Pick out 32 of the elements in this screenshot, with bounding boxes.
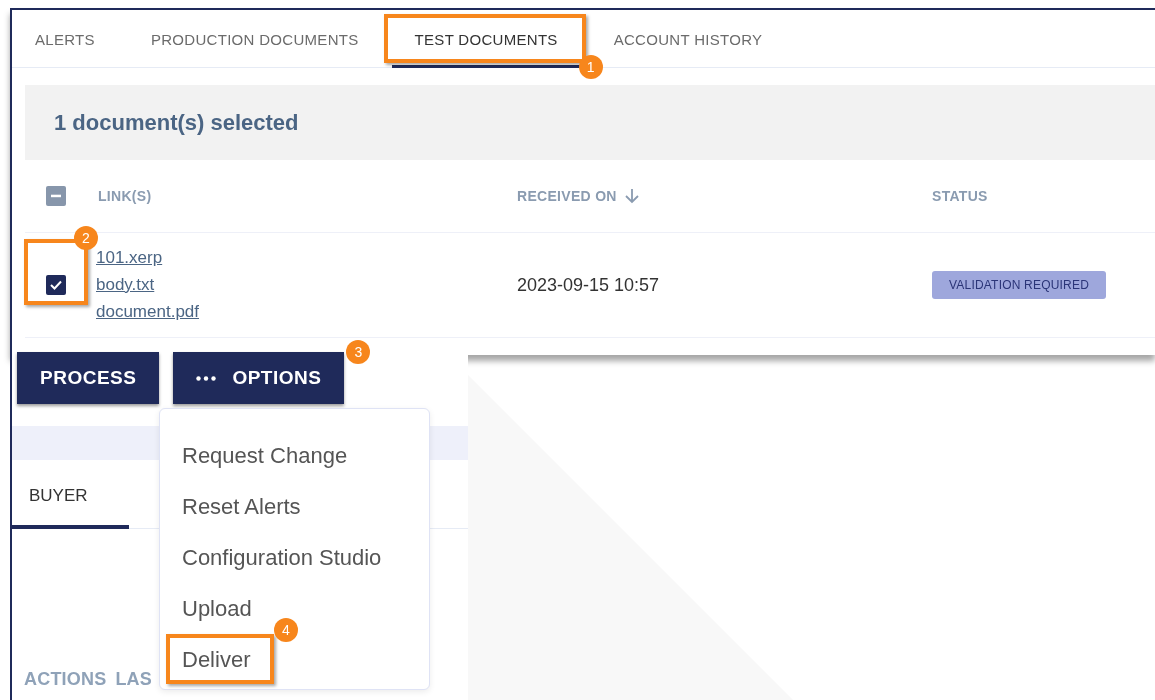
checkbox[interactable] [46,186,66,206]
column-header: LINK(S) [98,188,152,204]
minus-icon [51,194,61,198]
step-badge: 4 [274,618,298,642]
step-badge: 3 [346,340,371,364]
menu-item[interactable]: Upload [182,595,252,622]
menu-item[interactable]: Configuration Studio [182,544,382,571]
more-icon [196,375,217,381]
file-link[interactable]: body.txt [96,273,155,297]
sort-arrow-icon[interactable] [624,188,639,204]
step-badge: 1 [578,55,603,79]
tab[interactable]: PRODUCTION DOCUMENTS [127,10,382,68]
file-link[interactable]: 101.xerp [96,246,163,270]
menu-item[interactable]: Reset Alerts [182,493,301,520]
column-header: STATUS [932,188,988,204]
action-button[interactable]: OPTIONS [173,352,345,404]
file-link[interactable]: document.pdf [96,300,199,324]
menu-item[interactable]: Deliver [182,646,251,673]
check-icon [50,280,62,290]
tab[interactable]: BUYER [12,460,129,529]
status-badge: VALIDATION REQUIRED [932,271,1107,299]
selection-summary: 1 document(s) selected [25,85,1155,160]
menu-item[interactable]: Request Change [182,442,348,469]
column-header: RECEIVED ON [517,188,617,204]
received-date: 2023-09-15 10:57 [517,274,660,296]
tab[interactable]: ALERTS [12,10,118,68]
tab[interactable]: TEST DOCUMENTS [391,10,581,68]
checkbox[interactable] [46,275,66,295]
section-header: ACTIONS [24,669,107,690]
step-badge: 2 [74,226,98,250]
action-button[interactable]: PROCESS [17,352,160,404]
section-header: LAS [115,669,152,690]
